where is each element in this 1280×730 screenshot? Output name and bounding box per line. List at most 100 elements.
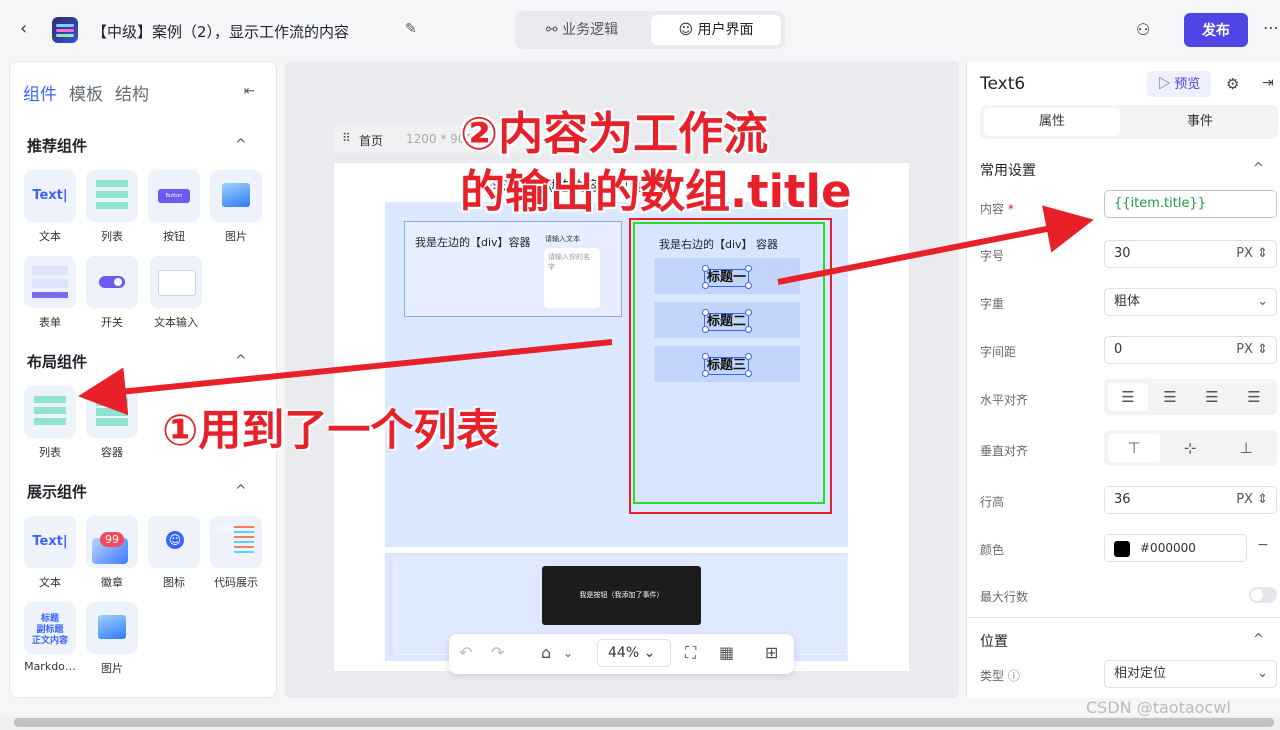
- component-code[interactable]: 代码展示: [208, 516, 264, 590]
- component-container[interactable]: 容器: [84, 386, 140, 460]
- position-type-select[interactable]: 相对定位 ⌄: [1104, 660, 1277, 688]
- undo-icon[interactable]: ↶: [459, 643, 472, 662]
- fit-screen-icon[interactable]: ⛶: [685, 643, 696, 663]
- max-lines-toggle[interactable]: [1249, 587, 1277, 603]
- align-bottom-icon[interactable]: ⊥: [1220, 434, 1272, 462]
- color-picker[interactable]: #000000: [1104, 534, 1247, 562]
- component-text-input[interactable]: 文本输入: [146, 256, 206, 330]
- component-layout-list[interactable]: 列表: [22, 386, 78, 460]
- tab-structure[interactable]: 结构: [115, 80, 149, 105]
- expand-panel-icon[interactable]: ⇥: [1262, 75, 1274, 91]
- unit-stepper[interactable]: PX ⇕: [1236, 337, 1268, 363]
- chevron-up-icon[interactable]: ^: [235, 483, 247, 499]
- annotation-line: 的输出的数组.title: [460, 165, 852, 218]
- align-top-icon[interactable]: ⊤: [1108, 434, 1160, 462]
- align-center-icon[interactable]: ☰: [1150, 383, 1190, 411]
- resize-handle[interactable]: [702, 326, 709, 333]
- mode-switch: ⚯ 业务逻辑 ☺ 用户界面: [515, 11, 785, 49]
- component-switch[interactable]: 开关: [84, 256, 140, 330]
- section-common-settings[interactable]: 常用设置: [980, 160, 1036, 180]
- preview-button[interactable]: ▷ 预览: [1147, 71, 1211, 97]
- panel-tabs: 组件 模板 结构: [23, 80, 161, 105]
- align-right-icon[interactable]: ☰: [1192, 383, 1232, 411]
- component-icon[interactable]: 图标: [146, 516, 202, 590]
- section-position[interactable]: 位置: [980, 631, 1008, 651]
- name-input[interactable]: 请输入你的名字: [544, 248, 600, 308]
- letter-spacing-input[interactable]: 0 PX ⇕: [1104, 336, 1277, 364]
- align-middle-icon[interactable]: ⊹: [1164, 434, 1216, 462]
- letter-spacing-label: 字间距: [980, 345, 1017, 359]
- font-size-input[interactable]: 30 PX ⇕: [1104, 240, 1277, 268]
- content-input[interactable]: {{item.title}}: [1104, 190, 1277, 218]
- component-badge[interactable]: 99 徽章: [84, 516, 140, 590]
- chevron-up-icon[interactable]: ^: [1253, 161, 1264, 176]
- component-text[interactable]: Text| 文本: [22, 170, 78, 244]
- component-image[interactable]: 图片: [208, 170, 264, 244]
- resize-handle[interactable]: [745, 326, 752, 333]
- redo-icon[interactable]: ↷: [491, 643, 504, 662]
- resize-handle[interactable]: [702, 370, 709, 377]
- remove-color-icon[interactable]: −: [1257, 537, 1269, 553]
- resize-handle[interactable]: [745, 370, 752, 377]
- chevron-up-icon[interactable]: ^: [235, 137, 247, 153]
- switch-tile-icon: [86, 256, 138, 308]
- edit-title-icon[interactable]: ✎: [405, 21, 417, 37]
- font-weight-select[interactable]: 粗体 ⌄: [1104, 288, 1277, 316]
- gear-icon[interactable]: ⚙: [1226, 75, 1239, 93]
- line-height-value: 36: [1114, 492, 1131, 507]
- component-label: 代码展示: [214, 576, 258, 589]
- list-item-title[interactable]: 标题三: [704, 357, 750, 375]
- container-tile-icon: [86, 386, 138, 438]
- resize-handle[interactable]: [745, 282, 752, 289]
- align-justify-icon[interactable]: ☰: [1234, 383, 1274, 411]
- unit-stepper[interactable]: PX ⇕: [1236, 487, 1268, 513]
- component-markdown[interactable]: 标题 副标题 正文内容 Markdo…: [22, 602, 78, 673]
- tab-properties[interactable]: 属性: [984, 108, 1120, 136]
- unit-stepper[interactable]: PX ⇕: [1236, 241, 1268, 267]
- more-icon[interactable]: ⋯: [1263, 18, 1279, 37]
- chevron-up-icon[interactable]: ^: [1253, 632, 1264, 647]
- collapse-panel-icon[interactable]: ⇤: [244, 84, 255, 99]
- section-layout[interactable]: 布局组件: [27, 351, 87, 372]
- list-item-title[interactable]: 标题一: [704, 269, 750, 287]
- resize-handle[interactable]: [745, 265, 752, 272]
- line-height-input[interactable]: 36 PX ⇕: [1104, 486, 1277, 514]
- tab-components[interactable]: 组件: [23, 80, 57, 105]
- left-div-container[interactable]: 我是左边的【div】容器 请输入文本 请输入你的名字: [404, 221, 622, 317]
- pointer-icon[interactable]: ⌂: [541, 643, 551, 662]
- component-display-image[interactable]: 图片: [84, 602, 140, 676]
- drag-handle-icon[interactable]: ⠿: [342, 131, 351, 145]
- component-list[interactable]: 列表: [84, 170, 140, 244]
- component-label: 文本: [39, 576, 61, 589]
- zoom-select[interactable]: 44% ⌄: [597, 639, 671, 667]
- section-display[interactable]: 展示组件: [27, 481, 87, 502]
- tab-templates[interactable]: 模板: [69, 80, 103, 105]
- add-collaborator-icon[interactable]: ⚇: [1136, 20, 1150, 39]
- resize-handle[interactable]: [702, 265, 709, 272]
- section-recommended[interactable]: 推荐组件: [27, 135, 87, 156]
- resize-handle[interactable]: [702, 309, 709, 316]
- align-left-icon[interactable]: ☰: [1108, 383, 1148, 411]
- resize-handle[interactable]: [702, 353, 709, 360]
- resize-handle[interactable]: [745, 353, 752, 360]
- component-button[interactable]: 按钮: [146, 170, 202, 244]
- tab-business-logic[interactable]: ⚯ 业务逻辑: [519, 15, 645, 45]
- position-type-label: 类型 ⓘ: [980, 669, 1020, 683]
- tab-user-interface[interactable]: ☺ 用户界面: [651, 15, 781, 45]
- grid-icon[interactable]: ▦: [719, 643, 734, 662]
- list-item-title[interactable]: 标题二: [704, 313, 750, 331]
- resize-handle[interactable]: [702, 282, 709, 289]
- chevron-up-icon[interactable]: ^: [235, 353, 247, 369]
- component-display-text[interactable]: Text| 文本: [22, 516, 78, 590]
- component-form[interactable]: 表单: [22, 256, 78, 330]
- tab-events[interactable]: 事件: [1132, 108, 1268, 136]
- resize-handle[interactable]: [745, 309, 752, 316]
- color-swatch[interactable]: [1114, 541, 1130, 557]
- scrollbar-thumb[interactable]: [14, 718, 1274, 727]
- chevron-down-icon[interactable]: ⌄: [563, 646, 573, 660]
- event-button[interactable]: 我是按钮（我添加了事件）: [542, 566, 701, 625]
- component-label: 列表: [101, 230, 123, 243]
- back-icon[interactable]: ‹: [20, 18, 27, 39]
- publish-button[interactable]: 发布: [1184, 13, 1248, 47]
- export-icon[interactable]: ⊞: [765, 643, 778, 662]
